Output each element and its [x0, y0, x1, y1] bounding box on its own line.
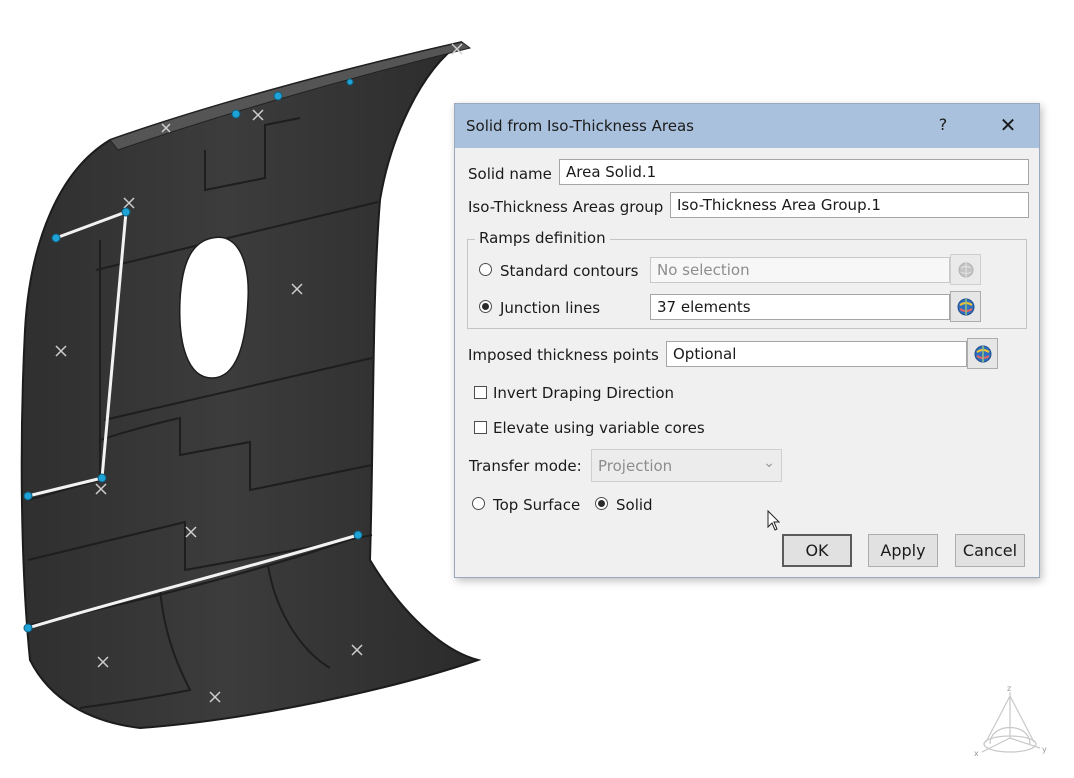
elevate-variable-cores-checkbox[interactable] — [474, 421, 487, 434]
top-surface-radio[interactable] — [472, 497, 485, 510]
ok-button[interactable]: OK — [782, 534, 852, 567]
dialog-title: Solid from Iso-Thickness Areas — [466, 117, 694, 135]
imposed-thickness-input[interactable]: Optional — [666, 341, 967, 367]
transfer-mode-value: Projection — [598, 457, 673, 475]
solid-radio[interactable] — [595, 497, 608, 510]
standard-contours-input[interactable]: No selection — [650, 257, 950, 283]
solid-name-input[interactable]: Area Solid.1 — [559, 159, 1029, 185]
junction-lines-input[interactable]: 37 elements — [650, 294, 950, 320]
standard-contours-radio[interactable] — [479, 263, 492, 276]
elevate-variable-cores-label: Elevate using variable cores — [493, 419, 705, 437]
selection-globe-icon — [958, 262, 973, 277]
standard-contours-select-button[interactable] — [950, 254, 981, 285]
axis-x-label: x — [974, 749, 979, 758]
invert-draping-label: Invert Draping Direction — [493, 384, 675, 402]
junction-lines-radio[interactable] — [479, 300, 492, 313]
imposed-thickness-select-button[interactable] — [967, 338, 998, 369]
selection-globe-icon — [974, 345, 991, 362]
junction-lines-label: Junction lines — [500, 299, 601, 317]
solid-name-label: Solid name — [468, 165, 552, 183]
chevron-down-icon: ⌄ — [763, 455, 775, 471]
solid-from-iso-thickness-dialog: Solid from Iso-Thickness Areas ? ✕ Solid… — [454, 103, 1040, 578]
junction-lines-select-button[interactable] — [950, 291, 981, 322]
iso-thickness-group-input[interactable]: Iso-Thickness Area Group.1 — [670, 192, 1029, 218]
standard-contours-label: Standard contours — [500, 262, 639, 280]
cancel-button[interactable]: Cancel — [955, 534, 1025, 567]
group-label: Iso-Thickness Areas group — [468, 198, 664, 216]
dialog-titlebar[interactable]: Solid from Iso-Thickness Areas ? ✕ — [455, 104, 1039, 148]
apply-button[interactable]: Apply — [868, 534, 938, 567]
axis-compass-icon[interactable]: z x y — [966, 682, 1056, 764]
axis-y-label: y — [1042, 745, 1047, 754]
axis-z-label: z — [1007, 684, 1011, 693]
transfer-mode-select[interactable]: Projection ⌄ — [591, 449, 782, 482]
close-icon[interactable]: ✕ — [995, 113, 1021, 137]
top-surface-label: Top Surface — [493, 496, 581, 514]
selection-globe-icon — [957, 298, 974, 315]
solid-label: Solid — [616, 496, 653, 514]
help-icon[interactable]: ? — [933, 115, 953, 134]
imposed-thickness-label: Imposed thickness points — [468, 346, 659, 364]
mouse-cursor-icon — [767, 509, 781, 531]
invert-draping-checkbox[interactable] — [474, 386, 487, 399]
transfer-mode-label: Transfer mode: — [469, 457, 582, 475]
ramps-definition-legend: Ramps definition — [475, 229, 610, 247]
